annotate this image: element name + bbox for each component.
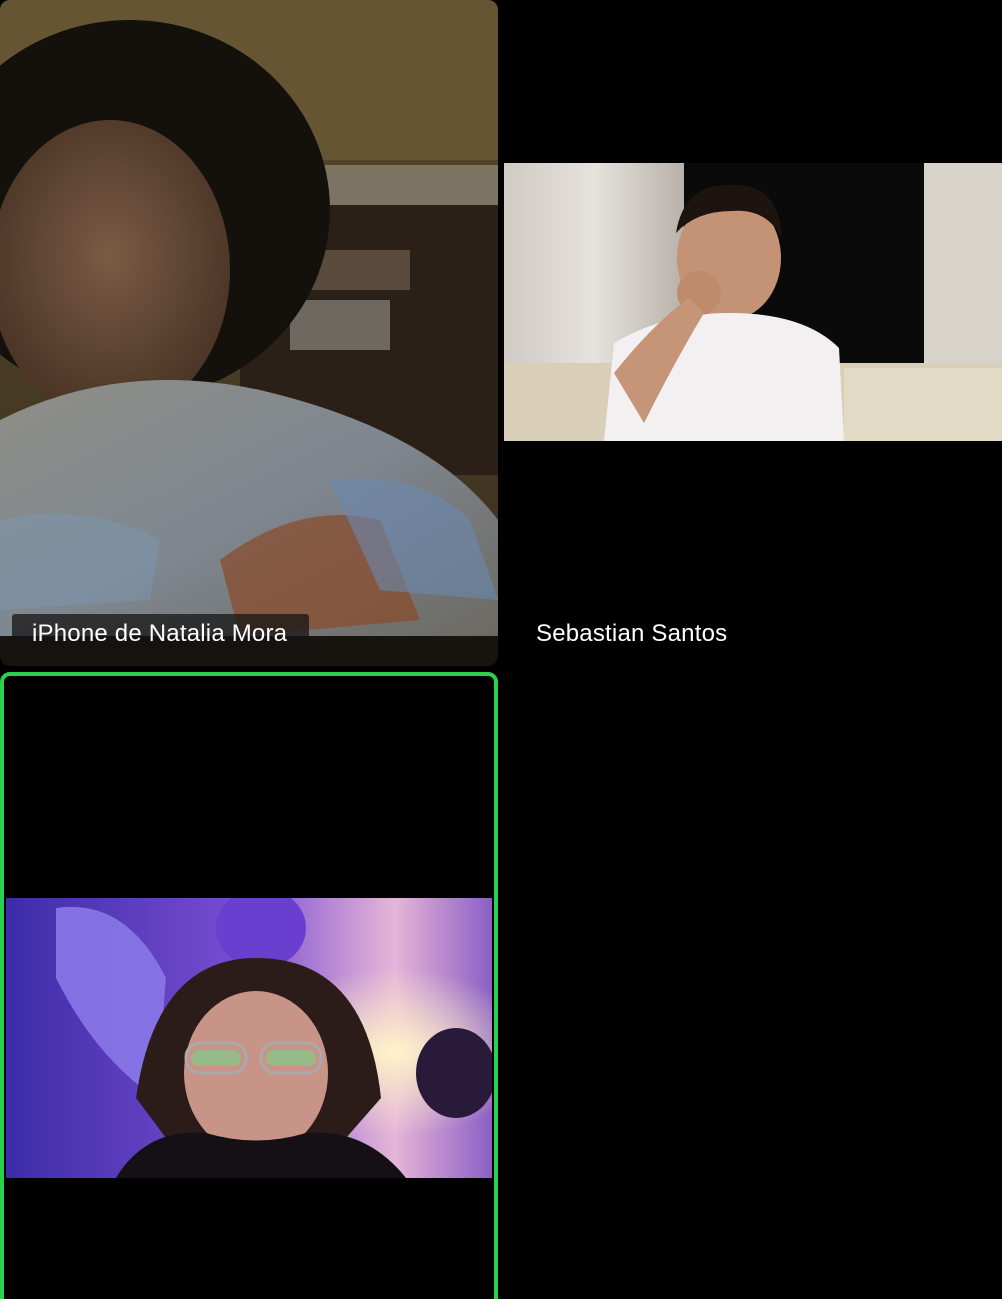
participant-name-label: Sebastian Santos xyxy=(536,620,728,647)
participant-tile-empty[interactable] xyxy=(504,672,1002,1299)
participant-name-label: iPhone de Natalia Mora xyxy=(12,614,310,652)
participant-tile-natalia[interactable]: iPhone de Natalia Mora xyxy=(0,0,498,666)
participant-tile-sebastian[interactable]: Sebastian Santos xyxy=(504,0,1002,666)
participant-video xyxy=(6,898,492,1178)
participant-tile-active-speaker[interactable] xyxy=(0,672,498,1299)
video-grid: iPhone de Natalia Mora Sebastian Santos xyxy=(0,0,1002,1299)
participant-video xyxy=(504,163,1002,441)
participant-video xyxy=(0,0,498,636)
